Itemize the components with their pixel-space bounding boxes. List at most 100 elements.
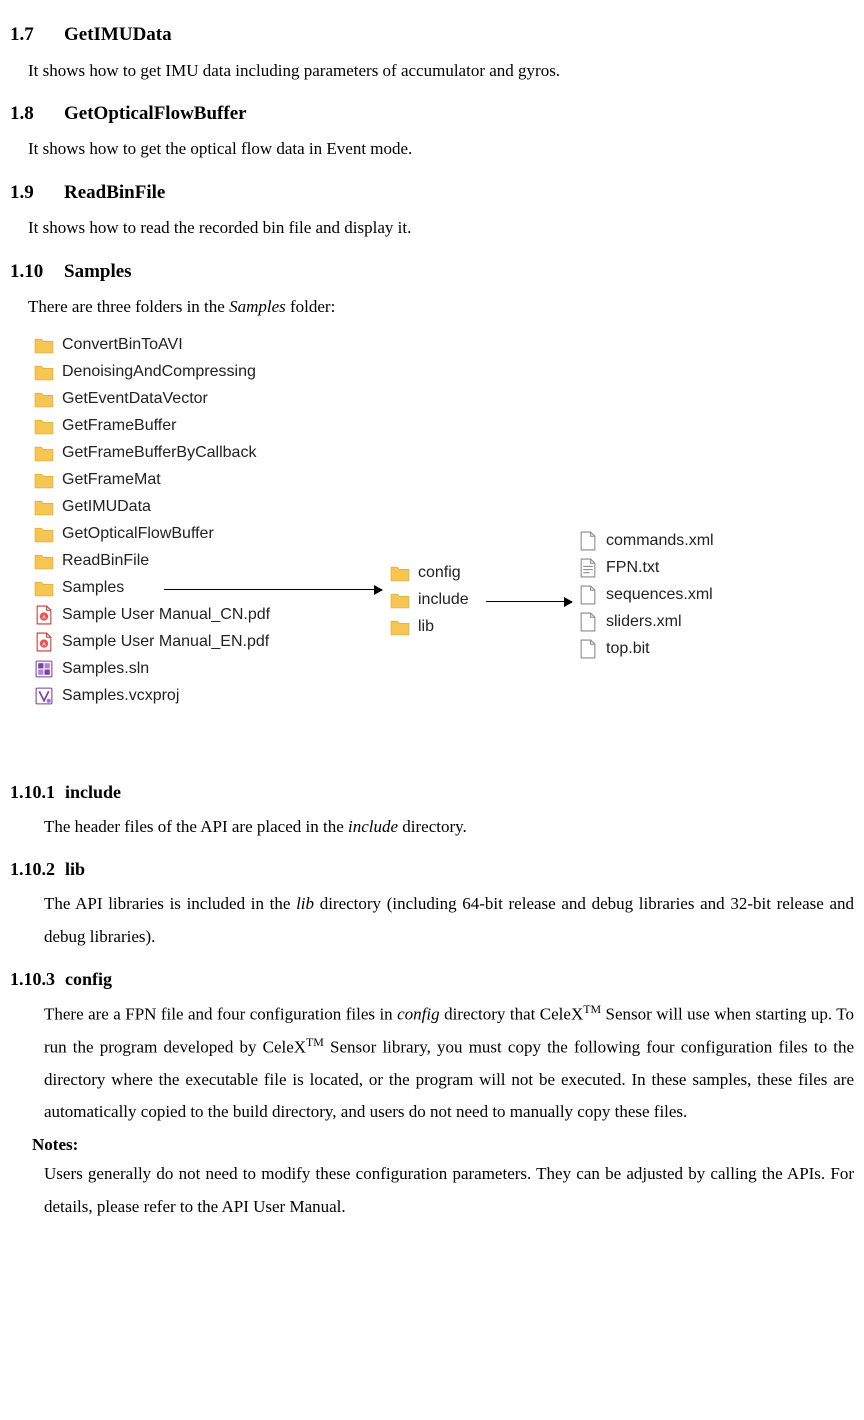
heading-number: 1.10.1 bbox=[10, 780, 55, 805]
heading-1-10: 1.10 Samples bbox=[10, 259, 854, 286]
folder-icon bbox=[390, 617, 410, 637]
body-1-7: It shows how to get IMU data including p… bbox=[28, 55, 854, 87]
body-1-10-3: There are a FPN file and four configurat… bbox=[44, 998, 854, 1129]
file-item: GetFrameBufferByCallback bbox=[34, 440, 270, 467]
folder-icon bbox=[34, 335, 54, 355]
pdf-icon bbox=[34, 605, 54, 625]
file-label: Samples bbox=[62, 577, 124, 599]
file-item: lib bbox=[390, 614, 469, 641]
file-label: top.bit bbox=[606, 638, 650, 660]
heading-number: 1.8 bbox=[10, 101, 46, 128]
file-label: GetOpticalFlowBuffer bbox=[62, 523, 214, 545]
file-item: ReadBinFile bbox=[34, 548, 270, 575]
file-item: Sample User Manual_EN.pdf bbox=[34, 629, 270, 656]
heading-title: ReadBinFile bbox=[64, 180, 165, 207]
file-label: config bbox=[418, 562, 461, 584]
file-label: GetFrameMat bbox=[62, 469, 161, 491]
diagram-col-samples: config include lib bbox=[390, 560, 469, 641]
file-icon bbox=[578, 585, 598, 605]
heading-title: Samples bbox=[64, 259, 132, 286]
file-item: include bbox=[390, 587, 469, 614]
file-label: GetEventDataVector bbox=[62, 388, 208, 410]
heading-title: config bbox=[65, 967, 112, 992]
folder-icon bbox=[34, 551, 54, 571]
body-1-10-1: The header files of the API are placed i… bbox=[44, 811, 854, 843]
heading-1-10-2: 1.10.2 lib bbox=[10, 857, 854, 882]
file-label: GetFrameBuffer bbox=[62, 415, 176, 437]
file-icon bbox=[578, 531, 598, 551]
file-label: Sample User Manual_CN.pdf bbox=[62, 604, 270, 626]
heading-number: 1.10.2 bbox=[10, 857, 55, 882]
folder-icon bbox=[34, 470, 54, 490]
file-item: GetEventDataVector bbox=[34, 386, 270, 413]
diagram-col-config: commands.xml FPN.txt sequences.xml sliders.… bbox=[578, 528, 714, 663]
vcxproj-icon bbox=[34, 686, 54, 706]
file-label: FPN.txt bbox=[606, 557, 659, 579]
body-1-10: There are three folders in the Samples f… bbox=[28, 291, 854, 323]
folder-icon bbox=[390, 563, 410, 583]
file-item: Sample User Manual_CN.pdf bbox=[34, 602, 270, 629]
heading-title: include bbox=[65, 780, 121, 805]
heading-1-7: 1.7 GetIMUData bbox=[10, 22, 854, 49]
body-1-8: It shows how to get the optical flow dat… bbox=[28, 133, 854, 165]
notes-body: Users generally do not need to modify th… bbox=[44, 1158, 854, 1223]
file-item: config bbox=[390, 560, 469, 587]
file-label: DenoisingAndCompressing bbox=[62, 361, 256, 383]
file-icon bbox=[578, 612, 598, 632]
file-item: Samples.sln bbox=[34, 656, 270, 683]
diagram-col-root: ConvertBinToAVI DenoisingAndCompressing Ge… bbox=[34, 332, 270, 710]
notes-label: Notes: bbox=[32, 1133, 854, 1157]
file-label: sequences.xml bbox=[606, 584, 713, 606]
pdf-icon bbox=[34, 632, 54, 652]
folder-icon bbox=[34, 497, 54, 517]
body-1-10-2: The API libraries is included in the lib… bbox=[44, 888, 854, 953]
file-icon bbox=[578, 639, 598, 659]
heading-1-8: 1.8 GetOpticalFlowBuffer bbox=[10, 101, 854, 128]
file-label: Samples.sln bbox=[62, 658, 149, 680]
txt-icon bbox=[578, 558, 598, 578]
file-label: Sample User Manual_EN.pdf bbox=[62, 631, 269, 653]
heading-1-9: 1.9 ReadBinFile bbox=[10, 180, 854, 207]
file-label: ReadBinFile bbox=[62, 550, 149, 572]
file-item: GetIMUData bbox=[34, 494, 270, 521]
file-item: top.bit bbox=[578, 636, 714, 663]
file-label: GetFrameBufferByCallback bbox=[62, 442, 256, 464]
folder-icon bbox=[34, 416, 54, 436]
file-label: ConvertBinToAVI bbox=[62, 334, 183, 356]
file-label: lib bbox=[418, 616, 434, 638]
arrow-icon bbox=[486, 601, 572, 602]
body-1-9: It shows how to read the recorded bin fi… bbox=[28, 212, 854, 244]
file-label: include bbox=[418, 589, 469, 611]
folder-icon bbox=[390, 590, 410, 610]
file-item: Samples.vcxproj bbox=[34, 683, 270, 710]
heading-title: GetOpticalFlowBuffer bbox=[64, 101, 247, 128]
heading-1-10-3: 1.10.3 config bbox=[10, 967, 854, 992]
heading-number: 1.9 bbox=[10, 180, 46, 207]
folder-icon bbox=[34, 578, 54, 598]
file-label: Samples.vcxproj bbox=[62, 685, 179, 707]
file-item: DenoisingAndCompressing bbox=[34, 359, 270, 386]
file-label: commands.xml bbox=[606, 530, 714, 552]
folder-icon bbox=[34, 389, 54, 409]
file-item: sequences.xml bbox=[578, 582, 714, 609]
heading-title: lib bbox=[65, 857, 85, 882]
folder-icon bbox=[34, 524, 54, 544]
file-label: sliders.xml bbox=[606, 611, 682, 633]
folder-icon bbox=[34, 443, 54, 463]
arrow-icon bbox=[164, 589, 382, 590]
heading-number: 1.10.3 bbox=[10, 967, 55, 992]
file-item: GetFrameBuffer bbox=[34, 413, 270, 440]
folder-icon bbox=[34, 362, 54, 382]
file-label: GetIMUData bbox=[62, 496, 151, 518]
heading-number: 1.10 bbox=[10, 259, 46, 286]
file-item: GetOpticalFlowBuffer bbox=[34, 521, 270, 548]
heading-title: GetIMUData bbox=[64, 22, 172, 49]
heading-1-10-1: 1.10.1 include bbox=[10, 780, 854, 805]
file-item: commands.xml bbox=[578, 528, 714, 555]
file-item: ConvertBinToAVI bbox=[34, 332, 270, 359]
file-item: GetFrameMat bbox=[34, 467, 270, 494]
heading-number: 1.7 bbox=[10, 22, 46, 49]
file-item: sliders.xml bbox=[578, 609, 714, 636]
sln-icon bbox=[34, 659, 54, 679]
file-item: FPN.txt bbox=[578, 555, 714, 582]
